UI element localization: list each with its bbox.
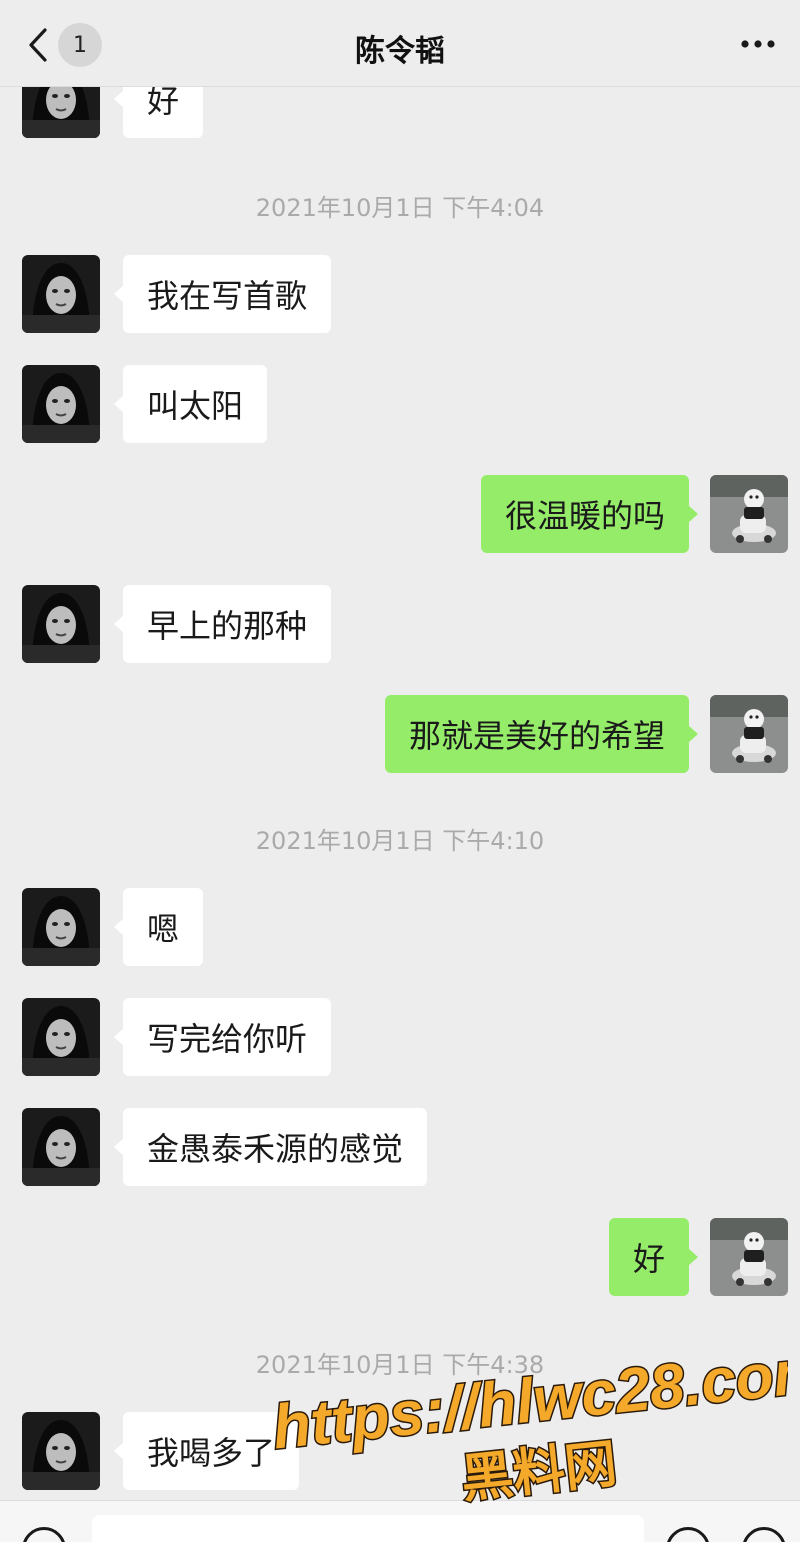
emoji-icon[interactable] — [666, 1527, 710, 1542]
watermark: https://hlwc28.com 黑料网 — [268, 1340, 788, 1510]
message-row: 那就是美好的希望 — [0, 695, 800, 775]
message-row: 金愚泰禾源的感觉 — [0, 1108, 800, 1188]
incoming-message[interactable]: 我在写首歌 — [113, 255, 332, 333]
incoming-message[interactable]: 早上的那种 — [113, 585, 332, 663]
chat-screen: 1 陈令韬 好 2021年10月1日 下午4:04 我在写首歌 叫太阳 很温暖的… — [0, 0, 800, 1542]
message-row: 叫太阳 — [0, 365, 800, 445]
contact-avatar[interactable] — [22, 888, 100, 966]
message-row: 很温暖的吗 — [0, 475, 800, 555]
message-input[interactable] — [92, 1515, 644, 1542]
voice-icon[interactable] — [22, 1527, 66, 1542]
incoming-message[interactable]: 金愚泰禾源的感觉 — [113, 1108, 428, 1186]
message-row: 早上的那种 — [0, 585, 800, 665]
outgoing-message[interactable]: 很温暖的吗 — [480, 475, 699, 553]
incoming-message[interactable]: 叫太阳 — [113, 365, 268, 443]
message-row: 写完给你听 — [0, 998, 800, 1078]
contact-avatar[interactable] — [22, 1108, 100, 1186]
outgoing-message[interactable]: 那就是美好的希望 — [384, 695, 699, 773]
nav-bar: 1 陈令韬 — [0, 0, 800, 87]
outgoing-message[interactable]: 好 — [608, 1218, 699, 1296]
contact-avatar[interactable] — [22, 998, 100, 1076]
chat-title: 陈令韬 — [355, 34, 445, 69]
contact-avatar[interactable] — [22, 255, 100, 333]
incoming-message[interactable]: 写完给你听 — [113, 998, 332, 1076]
my-avatar[interactable] — [710, 1218, 788, 1296]
message-row: 嗯 — [0, 888, 800, 968]
add-icon[interactable] — [742, 1527, 786, 1542]
message-row: 好 — [0, 1218, 800, 1298]
timestamp: 2021年10月1日 下午4:04 — [255, 194, 545, 222]
message-row: 我在写首歌 — [0, 255, 800, 335]
watermark-site-name: 黑料网 — [458, 1434, 619, 1510]
more-icon[interactable] — [740, 36, 776, 52]
contact-avatar[interactable] — [22, 585, 100, 663]
incoming-message[interactable]: 嗯 — [113, 888, 204, 966]
my-avatar[interactable] — [710, 475, 788, 553]
my-avatar[interactable] — [710, 695, 788, 773]
timestamp: 2021年10月1日 下午4:10 — [255, 827, 545, 855]
contact-avatar[interactable] — [22, 365, 100, 443]
contact-avatar[interactable] — [22, 1412, 100, 1490]
